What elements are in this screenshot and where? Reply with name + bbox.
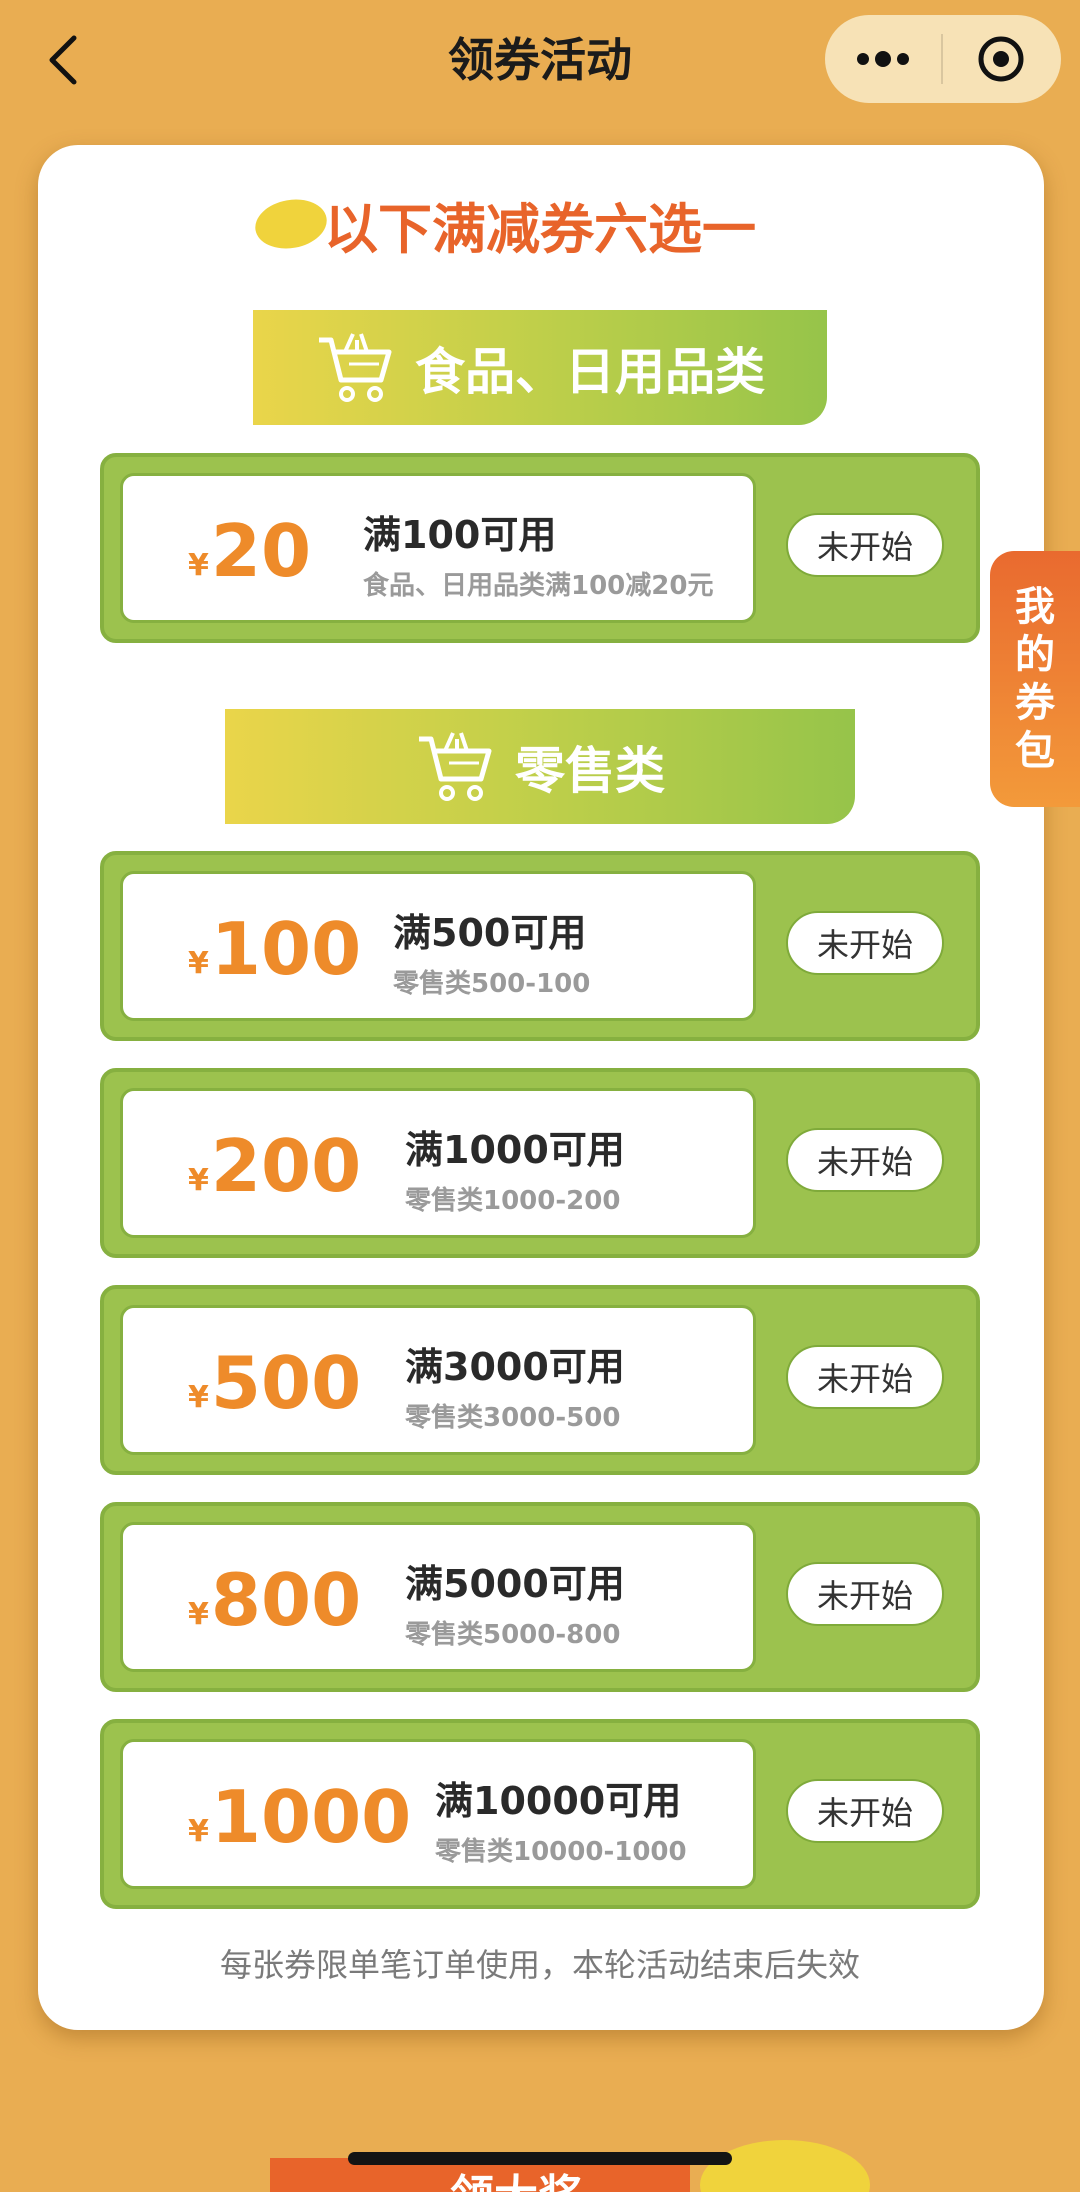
coupon-body: ¥ 1000 满10000可用 零售类10000-1000 — [120, 1739, 756, 1889]
close-mini-program-button[interactable] — [943, 15, 1059, 103]
condition-desc: 零售类5000-800 — [405, 1620, 621, 1650]
coupon-amount: ¥ 100 — [188, 874, 361, 1024]
more-menu-button[interactable] — [825, 15, 941, 103]
coupon-status-button[interactable]: 未开始 — [786, 1562, 944, 1626]
decor-blob — [700, 2140, 870, 2192]
wallet-tab-char: 券 — [1015, 680, 1055, 726]
amount-value: 100 — [210, 907, 362, 991]
condition-desc: 零售类1000-200 — [405, 1186, 621, 1216]
condition-title: 满500可用 — [393, 911, 587, 955]
wallet-tab-char: 我 — [1015, 584, 1055, 630]
condition-title: 满10000可用 — [435, 1779, 682, 1823]
coupon-item: ¥ 20 满100可用 食品、日用品类满100减20元 未开始 — [100, 453, 980, 643]
coupon-condition: 满500可用 零售类500-100 — [393, 902, 590, 1000]
page: 领券活动 以下满减券六选一 食品、日用品类 ¥ 20 满100可用 食品、日用品… — [0, 0, 1080, 2192]
shopping-cart-icon — [419, 731, 492, 801]
category-banner-retail: 零售类 — [225, 709, 855, 824]
my-coupon-wallet-tab[interactable]: 我 的 券 包 — [990, 551, 1080, 807]
target-close-icon — [978, 36, 1024, 82]
condition-desc: 食品、日用品类满100减20元 — [363, 571, 714, 601]
coupon-amount: ¥ 1000 — [188, 1742, 411, 1892]
footer-note: 每张券限单笔订单使用，本轮活动结束后失效 — [219, 1946, 860, 1984]
home-indicator[interactable] — [348, 2152, 732, 2165]
currency-symbol: ¥ — [188, 1162, 209, 1198]
coupon-condition: 满100可用 食品、日用品类满100减20元 — [363, 504, 713, 602]
coupon-body: ¥ 800 满5000可用 零售类5000-800 — [120, 1522, 756, 1672]
coupon-status-button[interactable]: 未开始 — [786, 1128, 944, 1192]
coupon-item: ¥ 800 满5000可用 零售类5000-800 未开始 — [100, 1502, 980, 1692]
currency-symbol: ¥ — [188, 1813, 209, 1849]
currency-symbol: ¥ — [188, 547, 209, 583]
condition-title: 满1000可用 — [405, 1128, 625, 1172]
amount-value: 800 — [210, 1558, 362, 1642]
shopping-cart-icon — [319, 332, 392, 402]
coupon-item: ¥ 500 满3000可用 零售类3000-500 未开始 — [100, 1285, 980, 1475]
condition-desc: 零售类500-100 — [393, 969, 591, 999]
coupon-item: ¥ 1000 满10000可用 零售类10000-1000 未开始 — [100, 1719, 980, 1909]
coupon-body: ¥ 500 满3000可用 零售类3000-500 — [120, 1305, 756, 1455]
currency-symbol: ¥ — [188, 945, 209, 981]
wallet-tab-char: 包 — [1015, 728, 1055, 774]
coupon-amount: ¥ 200 — [188, 1091, 361, 1241]
currency-symbol: ¥ — [188, 1379, 209, 1415]
condition-title: 满100可用 — [363, 513, 557, 557]
coupon-status-button[interactable]: 未开始 — [786, 1779, 944, 1843]
category-banner-food: 食品、日用品类 — [253, 310, 827, 425]
wallet-tab-char: 的 — [1015, 632, 1055, 678]
coupon-condition: 满5000可用 零售类5000-800 — [405, 1553, 625, 1651]
coupon-condition: 满1000可用 零售类1000-200 — [405, 1119, 625, 1217]
coupon-amount: ¥ 800 — [188, 1525, 361, 1675]
currency-symbol: ¥ — [188, 1596, 209, 1632]
coupon-condition: 满3000可用 零售类3000-500 — [405, 1336, 625, 1434]
coupon-status-button[interactable]: 未开始 — [786, 911, 944, 975]
category-label: 零售类 — [515, 741, 665, 800]
coupon-status-button[interactable]: 未开始 — [786, 1345, 944, 1409]
more-dots-icon — [857, 51, 909, 67]
coupon-body: ¥ 20 满100可用 食品、日用品类满100减20元 — [120, 473, 756, 623]
mini-program-capsule — [825, 15, 1061, 103]
amount-value: 20 — [210, 509, 312, 593]
coupon-amount: ¥ 20 — [188, 476, 311, 626]
coupon-status-button[interactable]: 未开始 — [786, 513, 944, 577]
coupon-condition: 满10000可用 零售类10000-1000 — [435, 1770, 687, 1868]
category-label: 食品、日用品类 — [415, 342, 765, 401]
condition-title: 满5000可用 — [405, 1562, 625, 1606]
amount-value: 500 — [210, 1341, 362, 1425]
nav-bar: 领券活动 — [0, 0, 1080, 125]
condition-desc: 零售类10000-1000 — [435, 1837, 687, 1867]
coupon-amount: ¥ 500 — [188, 1308, 361, 1458]
card-heading: 以下满减券六选一 — [324, 198, 756, 261]
amount-value: 200 — [210, 1124, 362, 1208]
condition-desc: 零售类3000-500 — [405, 1403, 621, 1433]
coupon-body: ¥ 200 满1000可用 零售类1000-200 — [120, 1088, 756, 1238]
condition-title: 满3000可用 — [405, 1345, 625, 1389]
coupon-body: ¥ 100 满500可用 零售类500-100 — [120, 871, 756, 1021]
coupon-item: ¥ 100 满500可用 零售类500-100 未开始 — [100, 851, 980, 1041]
amount-value: 1000 — [210, 1775, 412, 1859]
coupon-item: ¥ 200 满1000可用 零售类1000-200 未开始 — [100, 1068, 980, 1258]
